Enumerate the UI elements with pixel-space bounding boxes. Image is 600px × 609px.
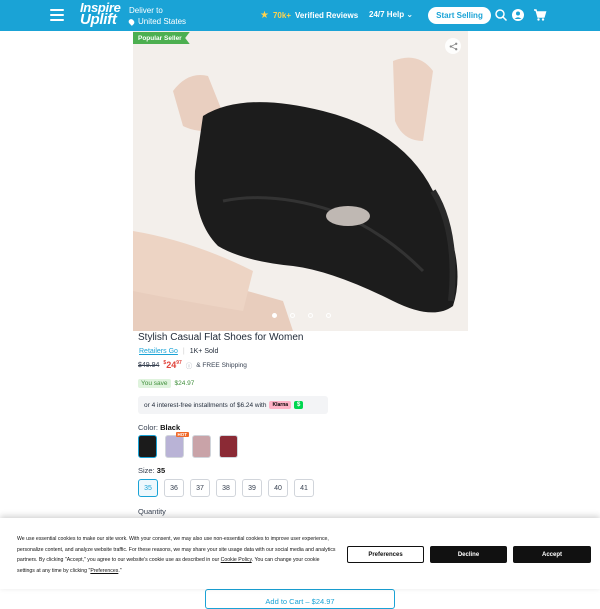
- cookie-banner: We use essential cookies to make our sit…: [0, 518, 600, 589]
- top-header: Inspire Uplift Deliver to United States …: [0, 0, 600, 31]
- color-swatches: HOT: [138, 432, 238, 458]
- size-option[interactable]: 40: [268, 479, 288, 497]
- decline-button[interactable]: Decline: [430, 546, 507, 563]
- chevron-down-icon: ⌄: [406, 10, 414, 19]
- product-image[interactable]: [133, 31, 468, 331]
- carousel-dot[interactable]: [308, 313, 313, 318]
- color-label-row: Color: Black: [138, 423, 180, 432]
- sale-price: $2497: [163, 360, 181, 370]
- share-icon[interactable]: [445, 38, 461, 54]
- add-to-cart-button[interactable]: Add to Cart – $24.97: [205, 589, 395, 609]
- size-option[interactable]: 41: [294, 479, 314, 497]
- free-shipping: & FREE Shipping: [196, 361, 247, 369]
- reviews-label: Verified Reviews: [295, 11, 359, 20]
- size-options: 35 36 37 38 39 40 41: [138, 479, 314, 497]
- star-icon: ★: [260, 10, 269, 21]
- size-option[interactable]: 35: [138, 479, 158, 497]
- price-whole: 24: [166, 360, 177, 370]
- save-amount: $24.97: [174, 380, 195, 387]
- color-label: Color:: [138, 423, 159, 432]
- cart-icon[interactable]: [533, 8, 547, 22]
- info-icon[interactable]: ⓘ: [186, 360, 193, 370]
- savings-row: You save $24.97: [138, 379, 194, 388]
- search-icon[interactable]: [494, 8, 508, 22]
- deliver-location: United States: [138, 17, 187, 26]
- account-icon[interactable]: [511, 8, 525, 22]
- help-menu[interactable]: 24/7 Help ⌄: [369, 10, 413, 19]
- cashapp-icon: $: [294, 401, 304, 409]
- logo-line-2: Uplift: [80, 11, 117, 28]
- installments-banner[interactable]: or 4 interest-free installments of $6.24…: [138, 396, 328, 414]
- divider: |: [182, 348, 185, 355]
- help-label: 24/7 Help: [369, 10, 405, 19]
- cookie-text: We use essential cookies to make our sit…: [17, 534, 337, 576]
- size-option[interactable]: 39: [242, 479, 262, 497]
- size-option[interactable]: 36: [164, 479, 184, 497]
- original-price: $49.94: [138, 361, 160, 369]
- accept-button[interactable]: Accept: [513, 546, 591, 563]
- color-swatch-pink[interactable]: [192, 435, 211, 458]
- reviews-count: 70k+: [272, 11, 291, 20]
- color-swatch-black[interactable]: [138, 435, 157, 458]
- site-logo[interactable]: Inspire Uplift: [80, 1, 121, 28]
- deliver-to[interactable]: Deliver to United States: [127, 5, 187, 27]
- shoe-photo: [133, 31, 468, 331]
- carousel-dot[interactable]: [272, 313, 277, 318]
- carousel-dot[interactable]: [290, 313, 295, 318]
- you-save-badge: You save: [138, 379, 171, 388]
- size-option[interactable]: 37: [190, 479, 210, 497]
- preferences-button[interactable]: Preferences: [347, 546, 424, 563]
- cookie-policy-link[interactable]: Cookie Policy: [221, 557, 252, 563]
- size-label: Size:: [138, 466, 155, 475]
- product-title: Stylish Casual Flat Shoes for Women: [138, 332, 304, 343]
- color-swatch-burgundy[interactable]: [219, 435, 238, 458]
- color-value: Black: [160, 423, 181, 432]
- seller-row: Retailers Go | 1K+ Sold: [139, 348, 218, 355]
- sold-count: 1K+ Sold: [189, 348, 219, 355]
- carousel-dot[interactable]: [326, 313, 331, 318]
- verified-reviews-link[interactable]: ★ 70k+ Verified Reviews: [260, 10, 358, 21]
- start-selling-button[interactable]: Start Selling: [428, 7, 491, 24]
- color-swatch-lavender[interactable]: HOT: [165, 432, 189, 458]
- image-carousel-dots: [272, 313, 331, 318]
- size-value: 35: [156, 466, 166, 475]
- location-pin-icon: [127, 17, 136, 26]
- installments-text: or 4 interest-free installments of $6.24…: [144, 401, 267, 409]
- size-option[interactable]: 38: [216, 479, 236, 497]
- cookie-text-end: .": [118, 567, 122, 574]
- deliver-location-row: United States: [127, 16, 187, 27]
- price-row: $49.94 $2497 ⓘ & FREE Shipping: [138, 360, 247, 370]
- size-label-row: Size: 35: [138, 466, 165, 475]
- hot-badge: HOT: [175, 432, 189, 437]
- cookie-preferences-link[interactable]: Preferences: [90, 568, 118, 574]
- quantity-label: Quantity: [138, 507, 166, 516]
- menu-icon[interactable]: [50, 9, 64, 21]
- deliver-label: Deliver to: [129, 6, 163, 15]
- seller-link[interactable]: Retailers Go: [139, 348, 178, 355]
- klarna-logo: Klarna: [269, 401, 292, 409]
- popular-seller-badge: Popular Seller: [133, 32, 190, 44]
- price-cents: 97: [176, 360, 182, 366]
